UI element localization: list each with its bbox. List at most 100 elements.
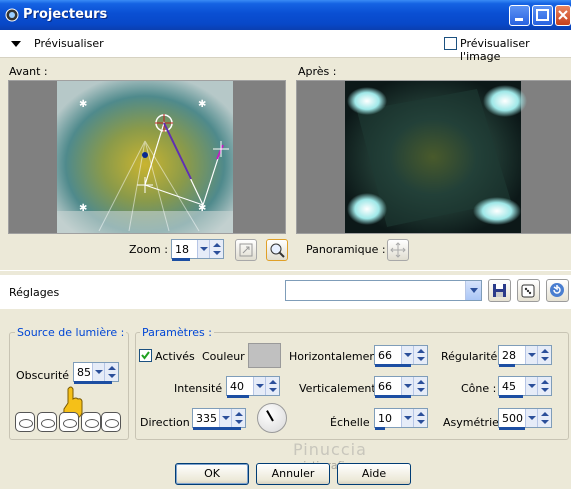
vertical-spinner[interactable]: 66 xyxy=(374,376,428,398)
regularity-label: Régularité : xyxy=(441,350,505,363)
darkness-slider[interactable] xyxy=(74,381,112,384)
darkness-spinner[interactable]: 85 xyxy=(73,362,119,384)
zoom-label: Zoom : xyxy=(129,243,168,256)
direction-value: 335 xyxy=(196,412,217,425)
intensity-value: 40 xyxy=(230,380,244,393)
cone-dropdown-icon[interactable] xyxy=(525,377,537,395)
vertical-spin-arrows-icon[interactable] xyxy=(413,377,427,395)
asymmetry-spinner[interactable]: 500 xyxy=(498,408,552,430)
title-bar: Projecteurs xyxy=(0,0,571,30)
minimize-button[interactable] xyxy=(509,5,530,26)
scale-label: Échelle : xyxy=(330,416,377,429)
after-preview xyxy=(296,80,571,234)
preview-toggle-label[interactable]: Prévisualiser xyxy=(34,37,104,50)
move-icon xyxy=(390,242,406,258)
regularity-dropdown-icon[interactable] xyxy=(525,346,537,364)
cone-spin-arrows-icon[interactable] xyxy=(537,377,551,395)
regularity-spinner[interactable]: 28 xyxy=(498,345,552,367)
direction-spinner[interactable]: 335 xyxy=(192,408,246,430)
horizontal-spin-arrows-icon[interactable] xyxy=(413,346,427,364)
light-preset-2-icon[interactable] xyxy=(37,412,57,432)
light-source-title: Source de lumière : xyxy=(15,326,127,339)
scale-slider[interactable] xyxy=(375,427,385,430)
cone-value: 45 xyxy=(502,380,516,393)
close-button[interactable] xyxy=(555,5,571,26)
randomize-button[interactable] xyxy=(517,279,540,302)
cone-spinner[interactable]: 45 xyxy=(498,376,552,398)
zoom-spinner[interactable]: 18 xyxy=(171,239,224,261)
direction-slider[interactable] xyxy=(193,427,241,430)
svg-text:✱: ✱ xyxy=(79,203,87,214)
save-preset-button[interactable] xyxy=(488,279,511,302)
zoom-value: 18 xyxy=(175,243,189,256)
app-icon xyxy=(5,8,19,22)
enabled-label[interactable]: Activés xyxy=(155,350,195,363)
vertical-dropdown-icon[interactable] xyxy=(401,377,413,395)
intensity-label: Intensité : xyxy=(174,382,230,395)
direction-spin-arrows-icon[interactable] xyxy=(231,409,245,427)
intensity-spinner[interactable]: 40 xyxy=(226,376,280,398)
darkness-value: 85 xyxy=(77,366,91,379)
light-preset-5-icon[interactable] xyxy=(101,412,121,432)
direction-dial[interactable] xyxy=(257,403,287,433)
scale-dropdown-icon[interactable] xyxy=(401,409,413,427)
enabled-checkbox[interactable] xyxy=(139,349,152,362)
cone-slider[interactable] xyxy=(499,395,523,398)
save-icon xyxy=(493,284,506,297)
horizontal-value: 66 xyxy=(378,349,392,362)
dice-icon xyxy=(521,284,535,298)
preview-image-label[interactable]: Prévisualiser l'image xyxy=(460,37,571,63)
zoom-spin-arrows-icon[interactable] xyxy=(209,240,223,258)
horizontal-slider[interactable] xyxy=(375,364,411,367)
regularity-spin-arrows-icon[interactable] xyxy=(537,346,551,364)
settings-bar: Réglages xyxy=(0,275,571,309)
pan-label: Panoramique : xyxy=(306,243,386,256)
help-button[interactable]: Aide xyxy=(337,463,411,485)
darkness-dropdown-icon[interactable] xyxy=(92,363,104,381)
preset-combobox[interactable] xyxy=(285,280,482,301)
reset-icon xyxy=(550,283,564,297)
zoom-tool-button[interactable] xyxy=(266,239,288,261)
intensity-slider[interactable] xyxy=(227,395,249,398)
horizontal-spinner[interactable]: 66 xyxy=(374,345,428,367)
scale-spinner[interactable]: 10 xyxy=(374,408,428,430)
collapse-arrow-icon[interactable] xyxy=(11,41,21,47)
after-preview-image xyxy=(345,81,527,233)
direction-label: Direction : xyxy=(140,416,197,429)
asymmetry-spin-arrows-icon[interactable] xyxy=(537,409,551,427)
fit-zoom-button[interactable] xyxy=(235,239,257,261)
scale-spin-arrows-icon[interactable] xyxy=(413,409,427,427)
pan-button[interactable] xyxy=(387,239,409,261)
asymmetry-dropdown-icon[interactable] xyxy=(525,409,537,427)
light-preset-4-icon[interactable] xyxy=(81,412,101,432)
darkness-label: Obscurité : xyxy=(16,369,77,382)
ok-button[interactable]: OK xyxy=(175,463,249,485)
direction-dropdown-icon[interactable] xyxy=(219,409,231,427)
color-swatch[interactable] xyxy=(248,343,281,368)
color-label: Couleur : xyxy=(202,350,252,363)
darkness-spin-arrows-icon[interactable] xyxy=(104,363,118,381)
cone-label: Cône : xyxy=(461,382,497,395)
maximize-icon xyxy=(536,9,549,21)
cancel-button[interactable]: Annuler xyxy=(256,463,330,485)
svg-text:✱: ✱ xyxy=(79,99,87,110)
asymmetry-slider[interactable] xyxy=(499,427,525,430)
reset-button[interactable] xyxy=(546,279,569,302)
before-preview[interactable]: ✱ ✱ ✱ ✱ xyxy=(8,80,286,234)
regularity-value: 28 xyxy=(502,349,516,362)
intensity-dropdown-icon[interactable] xyxy=(253,377,265,395)
zoom-slider[interactable] xyxy=(172,258,190,261)
intensity-spin-arrows-icon[interactable] xyxy=(265,377,279,395)
vertical-label: Verticalement : xyxy=(299,382,383,395)
light-preset-3-icon[interactable] xyxy=(59,412,79,432)
checkmark-icon xyxy=(141,351,150,360)
maximize-button[interactable] xyxy=(532,5,553,26)
light-preset-1-icon[interactable] xyxy=(15,412,35,432)
vertical-slider[interactable] xyxy=(375,395,411,398)
preview-image-checkbox[interactable] xyxy=(444,37,457,50)
horizontal-dropdown-icon[interactable] xyxy=(401,346,413,364)
zoom-dropdown-icon[interactable] xyxy=(197,240,209,258)
regularity-slider[interactable] xyxy=(499,364,515,367)
asymmetry-label: Asymétrie : xyxy=(443,416,507,429)
preset-dropdown-icon[interactable] xyxy=(465,281,481,300)
